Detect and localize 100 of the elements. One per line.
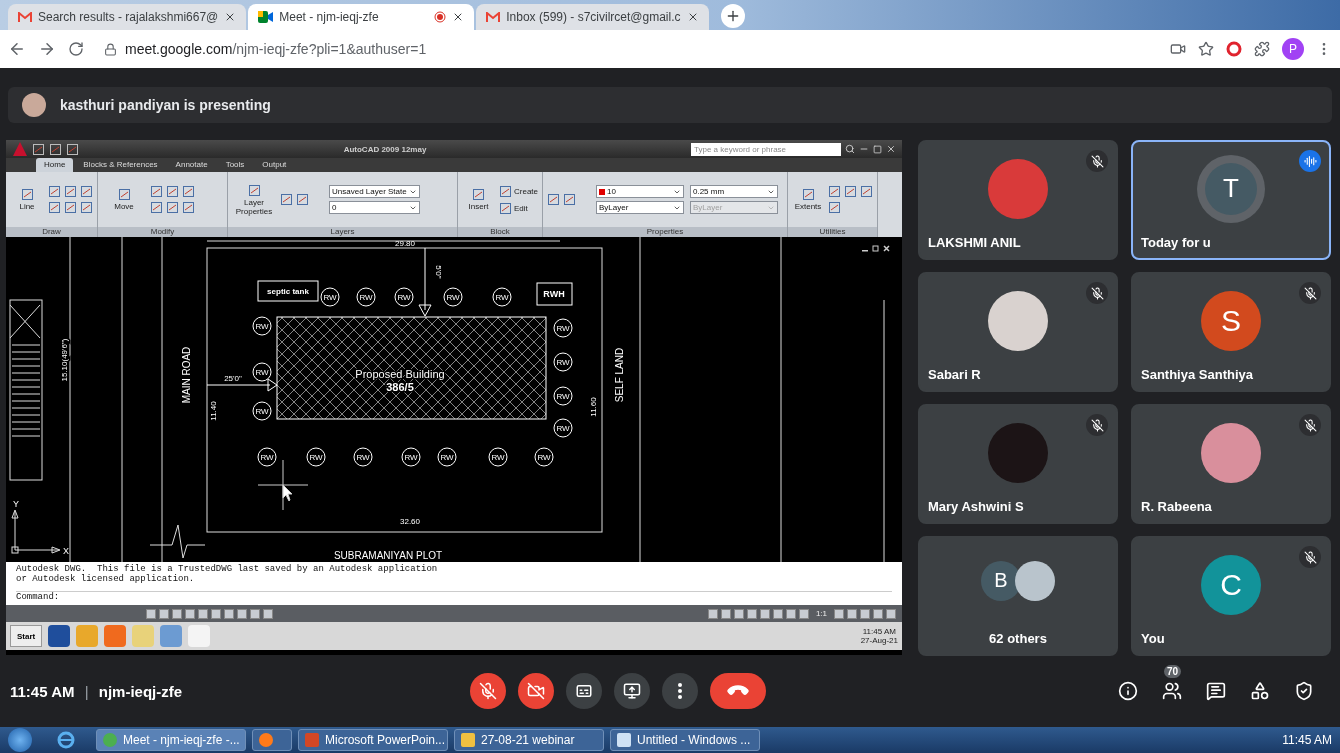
tool-icon[interactable] (860, 185, 873, 198)
tool-icon[interactable] (150, 201, 163, 214)
tool-icon[interactable] (499, 201, 512, 215)
status-icon[interactable] (159, 608, 169, 619)
info-icon[interactable] (1116, 679, 1140, 703)
participant-tile[interactable]: Mary Ashwini S (918, 404, 1118, 524)
tool-icon[interactable] (547, 193, 560, 206)
leave-call-button[interactable] (710, 673, 766, 709)
ribbon-tab[interactable]: Home (36, 158, 74, 172)
tool-icon[interactable] (296, 193, 309, 206)
status-icon[interactable] (746, 608, 757, 619)
dropdown-field[interactable]: Unsaved Layer State (329, 185, 420, 198)
status-icon[interactable] (263, 608, 273, 619)
new-tab-button[interactable] (720, 4, 745, 28)
status-icon[interactable] (886, 608, 896, 619)
participant-tile[interactable]: LAKSHMI ANIL (918, 140, 1118, 260)
ribbon-button[interactable]: Create (499, 184, 538, 198)
participant-tile[interactable]: T Today for u (1131, 140, 1331, 260)
tool-icon[interactable] (48, 201, 61, 214)
ribbon-tab[interactable]: Annotate (167, 158, 216, 172)
status-icon[interactable] (798, 608, 809, 619)
status-icon[interactable] (873, 608, 883, 619)
tool-icon[interactable] (80, 185, 93, 198)
dropdown-field[interactable]: 0 (329, 201, 420, 214)
puzzle-icon[interactable] (1254, 41, 1270, 57)
dropdown-field[interactable]: 0.25 mm (690, 185, 778, 198)
status-icon[interactable] (185, 608, 195, 619)
status-icon[interactable] (860, 608, 870, 619)
status-icon[interactable] (733, 608, 744, 619)
extension-icon[interactable] (1226, 41, 1242, 57)
minimize-icon[interactable] (862, 250, 868, 252)
captions-button[interactable] (566, 673, 602, 709)
start-button[interactable]: Start (10, 625, 43, 647)
status-icon[interactable] (172, 608, 182, 619)
status-icon[interactable] (224, 608, 234, 619)
status-icon[interactable] (146, 608, 156, 619)
participant-tile[interactable]: Sabari R (918, 272, 1118, 392)
tool-icon[interactable] (844, 185, 857, 198)
tool-icon[interactable] (182, 185, 195, 198)
tool-icon[interactable] (563, 193, 576, 206)
tool-icon[interactable] (20, 188, 34, 201)
back-icon[interactable] (8, 40, 26, 58)
tool-icon[interactable] (828, 185, 841, 198)
status-icon[interactable] (250, 608, 260, 619)
taskbar-item[interactable]: Untitled - Windows ... (610, 729, 760, 751)
ribbon-button[interactable]: Layer Properties (232, 183, 276, 216)
browser-tab[interactable]: Inbox (599) - s7civilrcet@gmail.c (476, 4, 709, 30)
tool-icon[interactable] (48, 185, 61, 198)
tool-icon[interactable] (472, 188, 485, 201)
browser-tab[interactable]: Search results - rajalakshmi667@ (8, 4, 247, 30)
browser-icon[interactable] (56, 730, 76, 750)
tool-icon[interactable] (80, 201, 93, 214)
participant-tile[interactable]: S Santhiya Santhiya (1131, 272, 1331, 392)
search-field[interactable]: Type a keyword or phrase (691, 142, 841, 156)
tool-icon[interactable] (499, 184, 512, 198)
dropdown-field[interactable]: 10 (596, 185, 684, 198)
ribbon-button[interactable]: Edit (499, 201, 538, 215)
present-button[interactable] (614, 673, 650, 709)
tool-icon[interactable] (280, 193, 293, 206)
url-text[interactable]: meet.google.com/njm-ieqj-zfe?pli=1&authuser=1 (125, 41, 427, 57)
ribbon-button[interactable]: Insert (462, 188, 495, 211)
tool-icon[interactable] (801, 188, 815, 201)
more-options-button[interactable] (662, 673, 698, 709)
tool-icon[interactable] (166, 201, 179, 214)
restore-icon[interactable] (872, 245, 879, 252)
status-icon[interactable] (237, 608, 247, 619)
profile-avatar[interactable]: P (1282, 38, 1304, 60)
ribbon-button[interactable]: Extents (792, 188, 824, 211)
close-icon[interactable] (886, 144, 896, 154)
tool-icon[interactable] (64, 201, 77, 214)
close-icon[interactable] (883, 245, 890, 252)
tool-icon[interactable] (150, 185, 163, 198)
dropdown-field[interactable]: ByLayer (596, 201, 684, 214)
star-icon[interactable] (1198, 41, 1214, 57)
status-icon[interactable] (847, 608, 857, 619)
tool-icon[interactable] (166, 185, 179, 198)
tool-icon[interactable] (117, 188, 131, 201)
tool-icon[interactable] (49, 142, 62, 156)
ribbon-button[interactable]: Move (102, 188, 146, 211)
forward-icon[interactable] (38, 40, 56, 58)
ribbon-tab[interactable]: Blocks & References (75, 158, 166, 172)
participant-tile[interactable]: R. Rabeena (1131, 404, 1331, 524)
tool-icon[interactable] (247, 183, 261, 197)
reload-icon[interactable] (68, 41, 84, 57)
camera-icon[interactable] (1170, 41, 1186, 57)
search-icon[interactable] (845, 144, 855, 154)
status-icon[interactable] (759, 608, 770, 619)
taskbar-item[interactable]: Meet - njm-ieqj-zfe -... (96, 729, 246, 751)
restore-icon[interactable] (873, 144, 882, 154)
taskbar-item[interactable]: 27-08-21 webinar (454, 729, 604, 751)
microphone-button[interactable] (470, 673, 506, 709)
command-window[interactable]: Autodesk DWG. This file is a TrustedDWG last saved by an Autodesk application or Autodesk licensed application. Command: (6, 562, 902, 605)
ribbon-button[interactable]: Line (10, 188, 44, 211)
participant-tile[interactable]: C You (1131, 536, 1331, 656)
taskbar-item[interactable] (252, 729, 292, 751)
tool-icon[interactable] (182, 201, 195, 214)
camera-button[interactable] (518, 673, 554, 709)
status-icon[interactable] (707, 608, 718, 619)
tool-icon[interactable] (32, 142, 45, 156)
ribbon-tab[interactable]: Tools (217, 158, 253, 172)
